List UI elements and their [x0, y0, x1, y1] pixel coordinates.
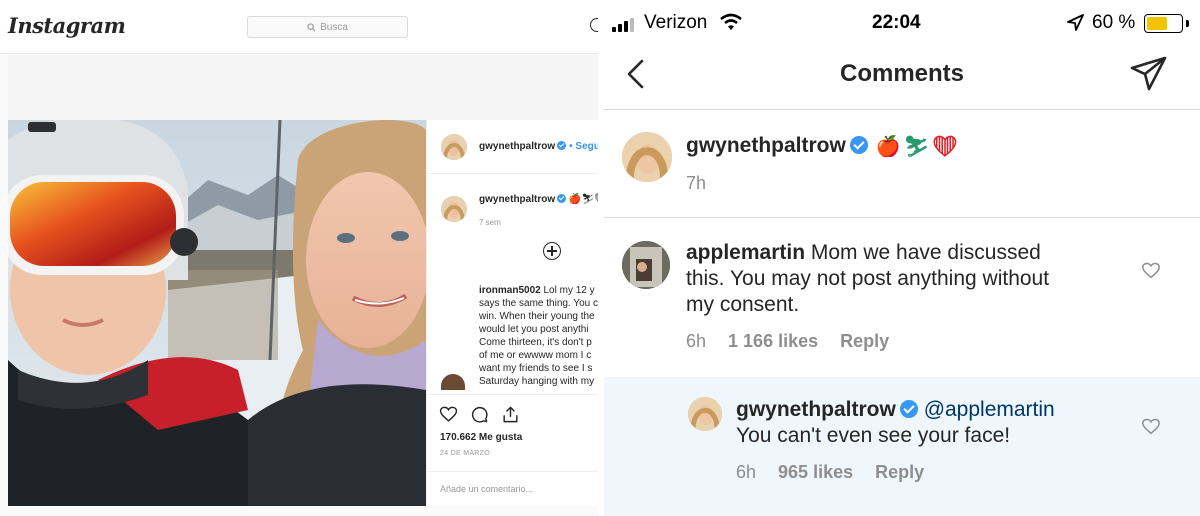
caption-emojis: 🍎⛷❤: [876, 134, 961, 159]
caption-emojis: 🍎⛷❤: [568, 194, 598, 205]
battery-level: [1147, 17, 1167, 30]
cell-signal-icon: [612, 17, 634, 32]
instagram-logo[interactable]: Instagram: [8, 13, 126, 38]
comment-line: of me or ewwww mom I c: [479, 350, 592, 361]
verified-badge-icon: [849, 136, 868, 154]
comment-text: applemartin Mom we have discussed this. …: [686, 240, 1049, 318]
verified-badge-icon: [557, 194, 567, 203]
comment-line: Saturday hanging with my: [479, 376, 595, 387]
caption-username[interactable]: gwynethpaltrow: [479, 194, 555, 205]
selfie-illustration: [8, 120, 426, 506]
reply-time: 6h: [736, 462, 757, 482]
comment-username[interactable]: ironman5002: [479, 285, 541, 296]
comment-time: 6h: [686, 331, 707, 351]
battery-percent: 60 %: [1092, 12, 1136, 33]
author-avatar[interactable]: [441, 134, 467, 160]
comment-line: Come thirteen, it's don't p: [479, 337, 592, 348]
caption-avatar[interactable]: [441, 196, 467, 222]
post-side-panel: gwynethpaltrow • Seguir gwynethpaltrow 🍎⛷…: [426, 120, 598, 506]
comment-bubble-icon[interactable]: [470, 405, 489, 424]
post-photo[interactable]: [8, 120, 426, 506]
apple-emoji: 🍎: [875, 136, 904, 158]
caption-username[interactable]: gwynethpaltrow: [686, 134, 846, 157]
mention-link[interactable]: @applemartin: [924, 398, 1055, 421]
comment-username[interactable]: applemartin: [686, 241, 805, 264]
verified-badge-icon: [899, 400, 918, 418]
search-icon: [307, 22, 316, 31]
post-caption: gwynethpaltrow 🍎⛷❤ 7h: [604, 110, 1200, 218]
direct-send-icon[interactable]: [1129, 55, 1169, 93]
location-arrow-icon: [1067, 14, 1084, 31]
heart-emoji: ❤: [932, 136, 961, 158]
instagram-web-screenshot: Instagram Busca gwynethpaltrow • Segu gw…: [0, 0, 598, 516]
ios-comments-screenshot: Verizon 22:04 60 % Comments gwynethpaltr…: [604, 0, 1200, 516]
post-header: gwynethpaltrow • Seguir: [427, 120, 598, 174]
reply-meta: 6h 965 likes Reply: [736, 462, 924, 483]
commenter-avatar[interactable]: [622, 241, 670, 289]
web-top-bar: Instagram Busca: [0, 0, 598, 54]
page-background-band: [8, 55, 598, 120]
comment-line: says the same thing. You c: [479, 298, 598, 309]
reply-button[interactable]: Reply: [840, 331, 889, 351]
comment-likes[interactable]: 1 166 likes: [728, 331, 818, 351]
reply-text: gwynethpaltrow @applemartin You can't ev…: [736, 397, 1055, 449]
comment-item: ironman5002 Lol my 12 y says the same th…: [479, 284, 598, 388]
likes-count[interactable]: 170.662 Me gusta: [440, 432, 522, 443]
caption-username-line: gwynethpaltrow 🍎⛷❤: [686, 134, 961, 159]
reply-button[interactable]: Reply: [875, 462, 924, 482]
status-time: 22:04: [872, 12, 921, 33]
caption-line: gwynethpaltrow 🍎⛷❤: [479, 194, 598, 205]
comment-text-line: my consent.: [686, 293, 800, 316]
like-heart-icon[interactable]: [1141, 261, 1161, 279]
reply-avatar[interactable]: [688, 397, 722, 431]
reply-item: gwynethpaltrow @applemartin You can't ev…: [604, 377, 1200, 516]
search-input[interactable]: Busca: [247, 16, 408, 38]
status-bar: Verizon 22:04 60 %: [604, 0, 1200, 46]
battery-tip: [1186, 20, 1189, 27]
comment-meta: 6h 1 166 likes Reply: [686, 331, 889, 352]
post-date: 24 DE MARZO: [440, 450, 490, 457]
reply-text-line: You can't even see your face!: [736, 424, 1011, 447]
caption-time: 7 sem: [479, 218, 501, 227]
reply-username[interactable]: gwynethpaltrow: [736, 398, 896, 421]
add-comment-input[interactable]: Añade un comentario...: [427, 471, 598, 507]
like-heart-icon[interactable]: [1141, 417, 1161, 435]
like-heart-icon[interactable]: [439, 405, 458, 424]
comment-text-line: Mom we have discussed: [810, 241, 1041, 264]
post-actions: 170.662 Me gusta 24 DE MARZO Añade un co…: [427, 394, 598, 506]
comment-line: would let you post anythi: [479, 324, 589, 335]
search-placeholder: Busca: [320, 21, 348, 33]
commenter-avatar[interactable]: [441, 374, 465, 390]
author-username-text[interactable]: gwynethpaltrow: [479, 141, 555, 152]
explore-icon[interactable]: [590, 18, 598, 32]
follow-button[interactable]: • Seguir: [569, 141, 598, 152]
caption-time: 7h: [686, 173, 707, 193]
carrier-name: Verizon: [644, 12, 708, 33]
comment-text-line: this. You may not post anything without: [686, 267, 1050, 290]
comment-line: win. When their young the: [479, 311, 595, 322]
load-more-comments-icon[interactable]: [543, 242, 561, 260]
caption-avatar[interactable]: [622, 132, 672, 182]
battery-icon: [1144, 14, 1183, 33]
share-icon[interactable]: [501, 405, 520, 424]
reply-likes[interactable]: 965 likes: [778, 462, 853, 482]
comment-line: Lol my 12 y: [543, 285, 595, 296]
page-title: Comments: [839, 60, 965, 87]
skier-emoji: ⛷: [903, 136, 933, 158]
nav-bar: Comments: [604, 46, 1200, 110]
wifi-icon: [720, 13, 742, 30]
comment-line: want my friends to see I s: [479, 363, 593, 374]
author-username[interactable]: gwynethpaltrow • Seguir: [479, 141, 598, 152]
verified-badge-icon: [557, 141, 567, 150]
